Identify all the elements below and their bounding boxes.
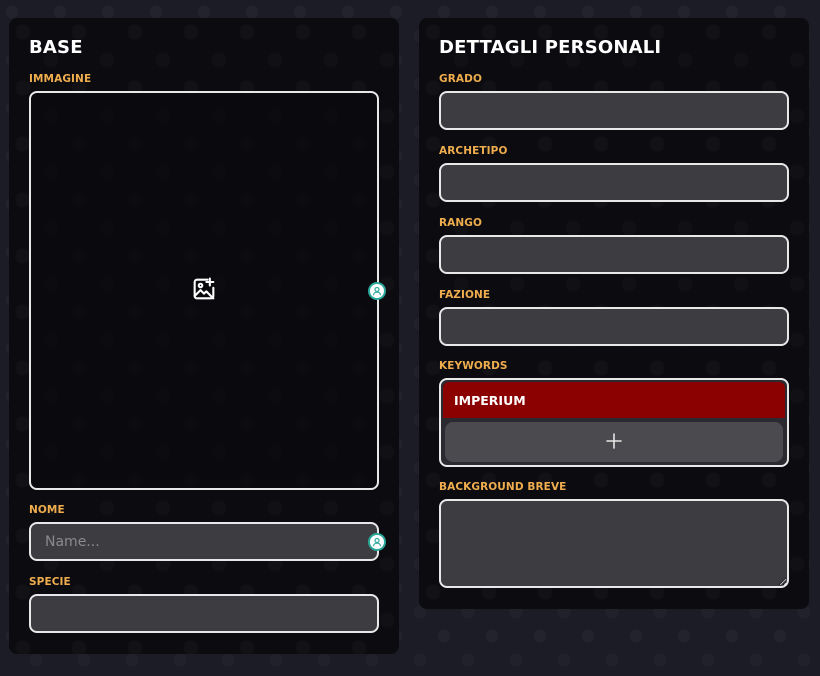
nome-sync-icon[interactable] [368, 533, 386, 551]
rango-input[interactable] [439, 235, 789, 274]
fazione-input[interactable] [439, 307, 789, 346]
image-upload-area[interactable] [29, 91, 379, 490]
add-keyword-button[interactable] [445, 422, 783, 462]
specie-label: SPECIE [29, 576, 71, 588]
base-title: BASE [29, 37, 83, 58]
background-textarea[interactable] [439, 499, 789, 588]
fazione-label: FAZIONE [439, 289, 491, 301]
add-image-icon[interactable] [190, 275, 218, 307]
grado-input[interactable] [439, 91, 789, 130]
nome-label: NOME [29, 504, 65, 516]
image-label: IMMAGINE [29, 73, 92, 85]
base-panel: BASE IMMAGINE NOME SPECIE [9, 18, 399, 654]
keyword-chip[interactable]: IMPERIUM [443, 382, 785, 418]
nome-input[interactable] [29, 522, 379, 561]
specie-input[interactable] [29, 594, 379, 633]
grado-label: GRADO [439, 73, 482, 85]
background-label: BACKGROUND BREVE [439, 481, 567, 493]
keywords-box: IMPERIUM [439, 378, 789, 467]
archetipo-input[interactable] [439, 163, 789, 202]
archetipo-label: ARCHETIPO [439, 145, 508, 157]
avatar-sync-icon[interactable] [368, 282, 386, 300]
keywords-label: KEYWORDS [439, 360, 508, 372]
dettagli-panel: DETTAGLI PERSONALI GRADO ARCHETIPO RANGO… [419, 18, 809, 609]
plus-icon [606, 430, 622, 455]
dettagli-title: DETTAGLI PERSONALI [439, 37, 662, 58]
rango-label: RANGO [439, 217, 483, 229]
